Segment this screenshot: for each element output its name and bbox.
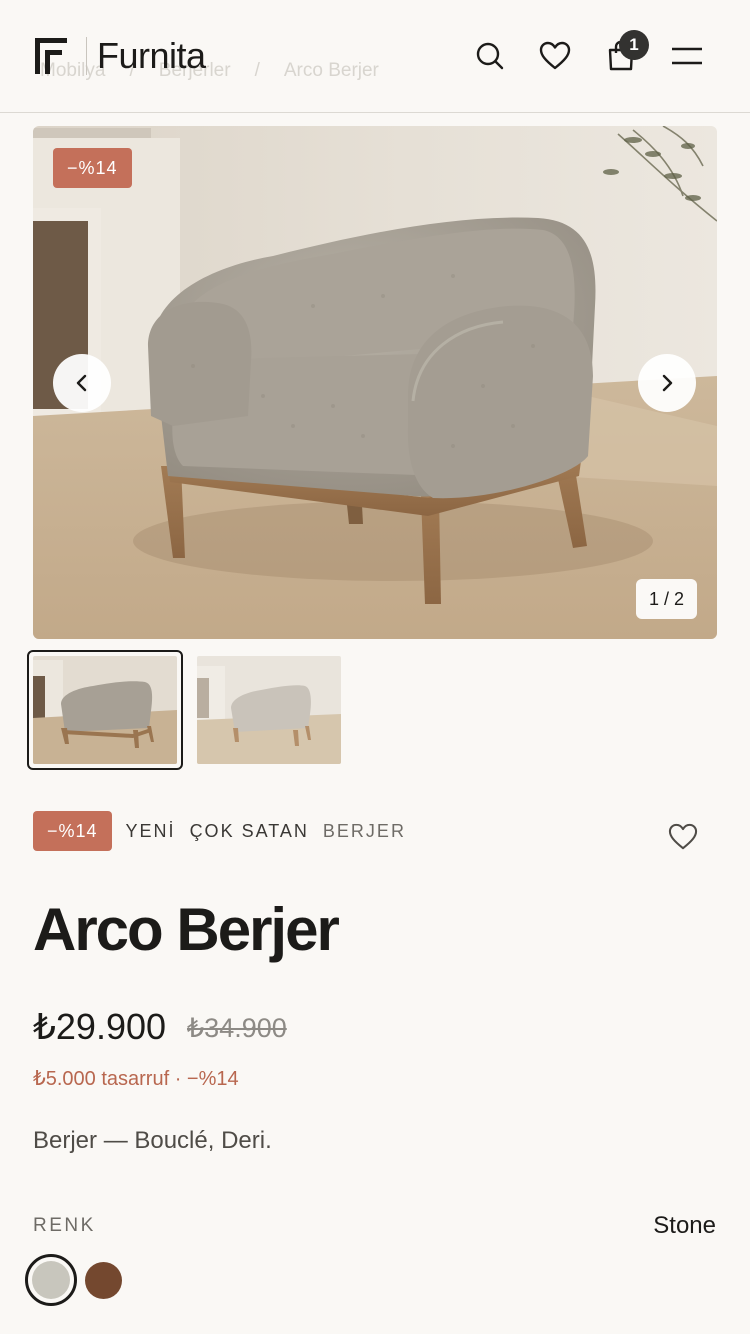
product-tags: −%14 YENİ ÇOK SATAN BERJER	[33, 811, 406, 851]
breadcrumb-separator: /	[254, 60, 260, 81]
color-swatch-brown[interactable]	[85, 1262, 122, 1299]
thumbnail-strip	[27, 650, 347, 770]
armchair-thumbnail-image	[197, 656, 341, 764]
wishlist-button[interactable]	[535, 36, 575, 76]
previous-image-button[interactable]	[53, 354, 111, 412]
breadcrumb-item-current: Arco Berjer	[283, 60, 379, 81]
next-image-button[interactable]	[638, 354, 696, 412]
new-tag: YENİ	[125, 820, 176, 841]
thumbnail-1[interactable]	[27, 650, 183, 770]
color-label: RENK	[33, 1215, 96, 1236]
cart-button[interactable]: 1	[601, 30, 649, 76]
heart-icon	[668, 823, 698, 850]
sale-tag: −%14	[33, 811, 112, 851]
current-price: ₺29.900	[33, 1006, 167, 1047]
bestseller-tag: ÇOK SATAN	[189, 820, 309, 841]
original-price: ₺34.900	[187, 1013, 287, 1043]
brand-name: Furnita	[86, 37, 206, 75]
hamburger-menu-icon	[672, 47, 702, 65]
swatch-fill	[32, 1261, 70, 1299]
category-tag[interactable]: BERJER	[323, 821, 406, 842]
heart-icon	[539, 41, 571, 70]
chevron-left-icon	[76, 374, 87, 392]
logo[interactable]: Furnita	[34, 37, 206, 75]
armchair-thumbnail-image	[33, 656, 177, 764]
product-image-gallery[interactable]: −%14 1 / 2	[33, 126, 717, 639]
search-icon	[476, 42, 504, 70]
site-header: Mobilya / Berjerler / Arco Berjer Furnit…	[0, 0, 750, 113]
product-description: Berjer — Bouclé, Deri.	[33, 1127, 272, 1154]
search-button[interactable]	[470, 36, 510, 76]
cart-count-badge: 1	[619, 30, 649, 60]
color-swatch-stone[interactable]	[25, 1254, 77, 1306]
menu-button[interactable]	[667, 36, 707, 76]
selected-color-value: Stone	[653, 1212, 716, 1239]
armchair-product-image	[33, 126, 717, 639]
product-title: Arco Berjer	[33, 896, 340, 963]
image-counter: 1 / 2	[635, 579, 697, 619]
chevron-right-icon	[662, 374, 673, 392]
discount-badge: −%14	[53, 148, 132, 188]
savings-text: ₺5.000 tasarruf · −%14	[33, 1068, 239, 1090]
thumbnail-2[interactable]	[191, 650, 347, 770]
logo-mark-icon	[34, 37, 68, 75]
add-to-wishlist-button[interactable]	[668, 823, 706, 861]
